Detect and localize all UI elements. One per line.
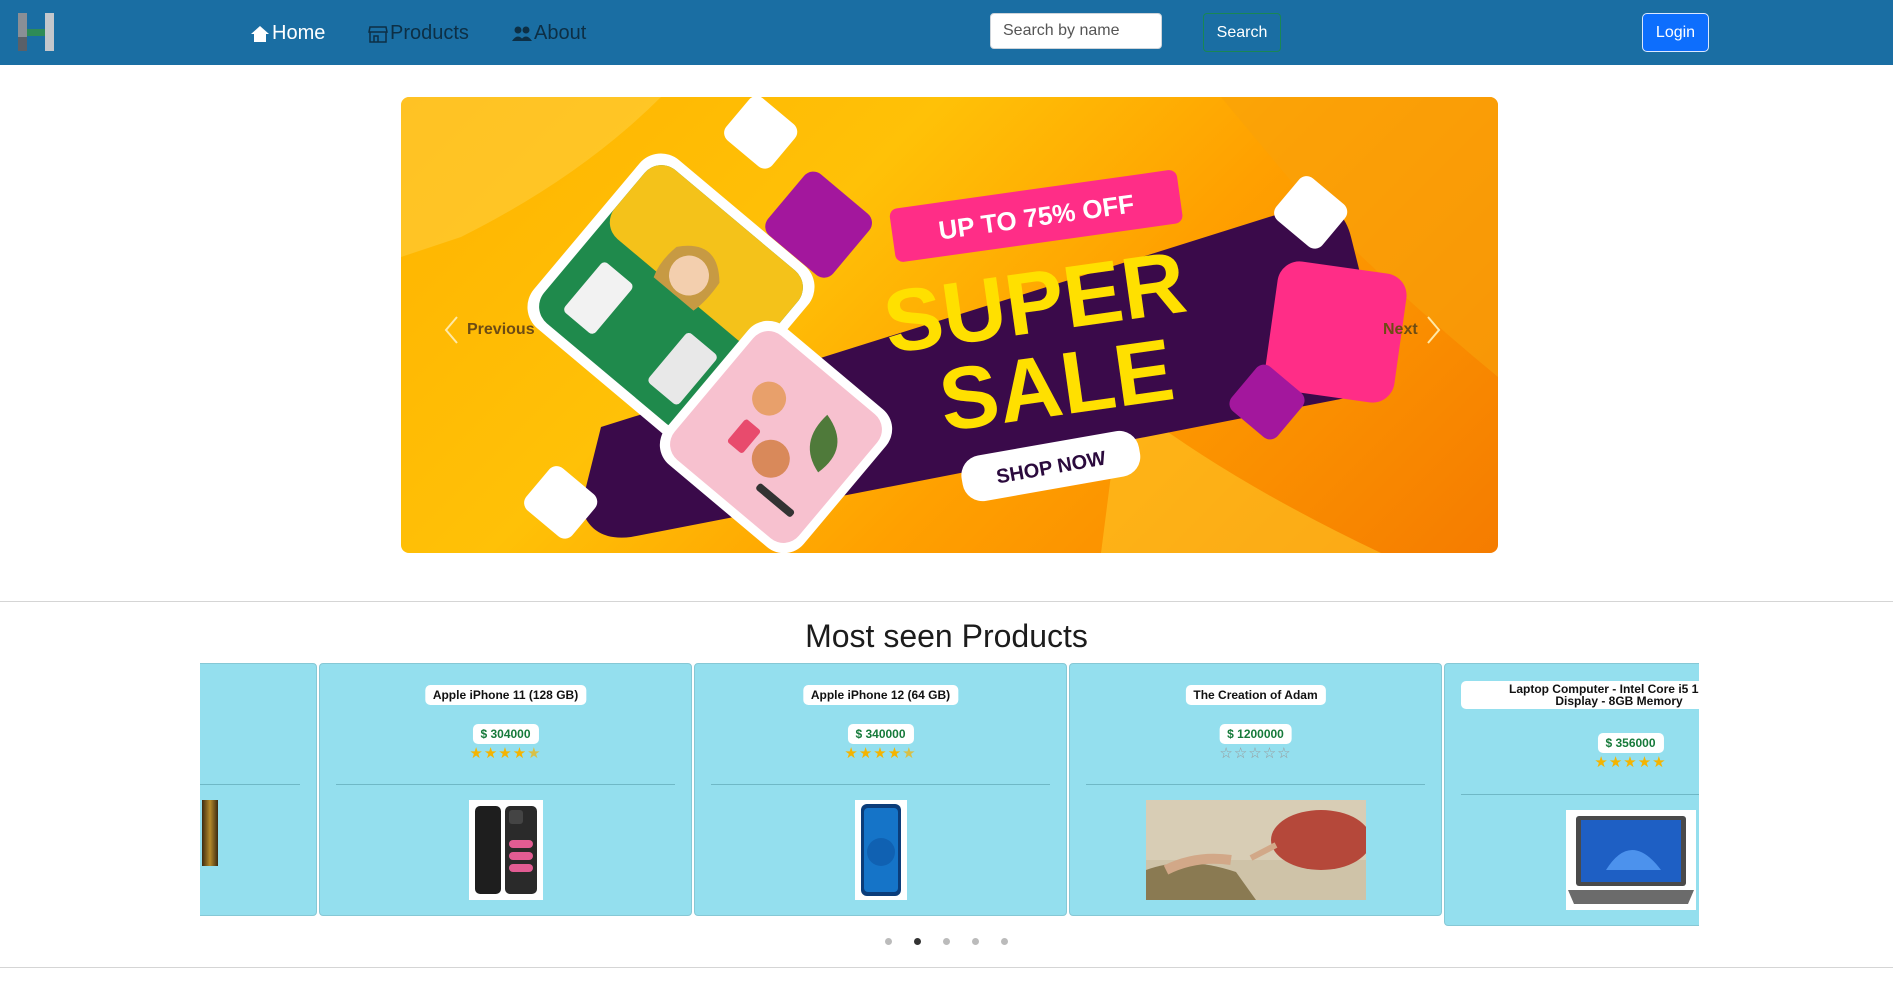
product-price: $ 1200000 [1219,724,1292,744]
card-divider [1086,784,1425,785]
store-icon [368,25,388,43]
rating-stars: ★★★★★ [469,745,542,762]
users-icon [512,26,532,41]
home-icon [251,25,269,42]
top-navbar: Home Products About Search Login [0,0,1893,65]
pagination-dot[interactable] [1001,938,1008,945]
product-card-partial-prev[interactable] [200,663,317,916]
product-card[interactable]: The Creation of Adam $ 1200000 ☆☆☆☆☆ [1069,663,1442,916]
card-divider [200,784,300,785]
product-image [854,800,907,900]
nav-products-link[interactable]: Products [368,22,469,45]
logo-icon[interactable] [18,13,54,51]
product-card[interactable]: Apple iPhone 12 (64 GB) $ 340000 ★★★★★ [694,663,1067,916]
card-divider [336,784,675,785]
carousel-pagination [0,938,1893,945]
product-card[interactable]: Apple iPhone 11 (128 GB) $ 304000 ★★★★★ [319,663,692,916]
section-divider-bottom [0,967,1893,968]
pagination-dot[interactable] [885,938,892,945]
product-card[interactable]: Laptop Computer - Intel Core i5 12th G D… [1444,663,1699,926]
pagination-dot[interactable] [943,938,950,945]
rating-stars: ★★★★★ [1594,754,1667,771]
product-image [1145,800,1366,900]
chevron-right-icon [1426,316,1440,344]
product-image [202,800,218,866]
nav-home-link[interactable]: Home [250,22,325,45]
nav-products-label: Products [390,22,469,44]
search-input[interactable] [990,13,1162,49]
product-price: $ 304000 [472,724,539,744]
chevron-left-icon [444,316,458,344]
hero-banner-carousel: UP TO 75% OFF SUPER SALE SHOP NOW Previo… [401,97,1498,553]
section-title: Most seen Products [805,618,1088,654]
login-button[interactable]: Login [1642,13,1709,52]
rating-stars: ☆☆☆☆☆ [1219,745,1292,762]
product-name: The Creation of Adam [1185,685,1326,705]
carousel-prev-button[interactable]: Previous [443,315,535,345]
section-divider-top [0,601,1893,602]
card-divider [1461,794,1699,795]
products-carousel: Apple iPhone 11 (128 GB) $ 304000 ★★★★★ … [200,663,1699,933]
product-name: Laptop Computer - Intel Core i5 12th G D… [1461,681,1699,709]
carousel-prev-label: Previous [467,321,535,338]
pagination-dot-active[interactable] [914,938,921,945]
search-button[interactable]: Search [1203,13,1281,52]
product-name: Apple iPhone 12 (64 GB) [802,685,959,705]
product-image [468,800,543,900]
product-price: $ 356000 [1597,733,1664,753]
rating-stars: ★★★★★ [844,745,917,762]
nav-about-link[interactable]: About [512,22,586,45]
product-name: Apple iPhone 11 (128 GB) [424,685,587,705]
pagination-dot[interactable] [972,938,979,945]
carousel-next-label: Next [1383,321,1418,338]
product-price: $ 340000 [847,724,914,744]
super-sale-illustration: UP TO 75% OFF SUPER SALE SHOP NOW [401,97,1498,553]
product-name-line2: Display - 8GB Memory [1555,694,1683,708]
carousel-next-button[interactable]: Next [1383,315,1442,345]
nav-about-label: About [534,22,587,44]
product-image [1565,810,1696,910]
card-divider [711,784,1050,785]
nav-home-label: Home [272,22,326,44]
